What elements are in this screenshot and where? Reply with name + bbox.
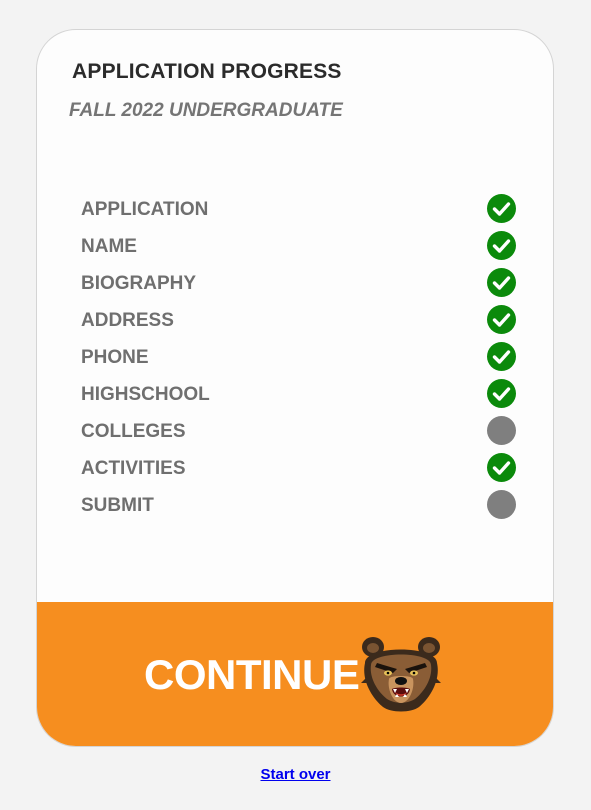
- progress-step-list: APPLICATION NAME BIOGRAPHY ADDRESS PHONE…: [81, 194, 516, 527]
- check-circle-icon: [487, 453, 516, 482]
- step-submit[interactable]: SUBMIT: [81, 490, 516, 527]
- step-label: NAME: [81, 236, 137, 257]
- check-circle-icon: [487, 194, 516, 223]
- check-circle-icon: [487, 379, 516, 408]
- step-label: PHONE: [81, 347, 149, 368]
- check-circle-icon: [487, 231, 516, 260]
- step-label: APPLICATION: [81, 199, 209, 220]
- gray-circle-icon: [487, 416, 516, 445]
- check-circle-icon: [487, 305, 516, 334]
- bear-mascot-icon: [361, 637, 441, 712]
- step-label: ACTIVITIES: [81, 458, 186, 479]
- step-activities[interactable]: ACTIVITIES: [81, 453, 516, 490]
- continue-button[interactable]: CONTINUE: [37, 602, 553, 746]
- step-label: ADDRESS: [81, 310, 174, 331]
- start-over-link[interactable]: Start over: [0, 766, 591, 783]
- step-label: SUBMIT: [81, 495, 154, 516]
- page-title: APPLICATION PROGRESS: [72, 60, 342, 83]
- gray-circle-icon: [487, 490, 516, 519]
- step-application[interactable]: APPLICATION: [81, 194, 516, 231]
- step-name[interactable]: NAME: [81, 231, 516, 268]
- step-label: COLLEGES: [81, 421, 186, 442]
- step-address[interactable]: ADDRESS: [81, 305, 516, 342]
- step-phone[interactable]: PHONE: [81, 342, 516, 379]
- check-circle-icon: [487, 268, 516, 297]
- step-label: HIGHSCHOOL: [81, 384, 210, 405]
- step-colleges[interactable]: COLLEGES: [81, 416, 516, 453]
- continue-label: CONTINUE: [144, 651, 360, 698]
- step-biography[interactable]: BIOGRAPHY: [81, 268, 516, 305]
- check-circle-icon: [487, 342, 516, 371]
- step-label: BIOGRAPHY: [81, 273, 197, 294]
- term-subtitle: FALL 2022 UNDERGRADUATE: [69, 100, 343, 121]
- application-progress-card: APPLICATION PROGRESS FALL 2022 UNDERGRAD…: [36, 29, 554, 747]
- step-highschool[interactable]: HIGHSCHOOL: [81, 379, 516, 416]
